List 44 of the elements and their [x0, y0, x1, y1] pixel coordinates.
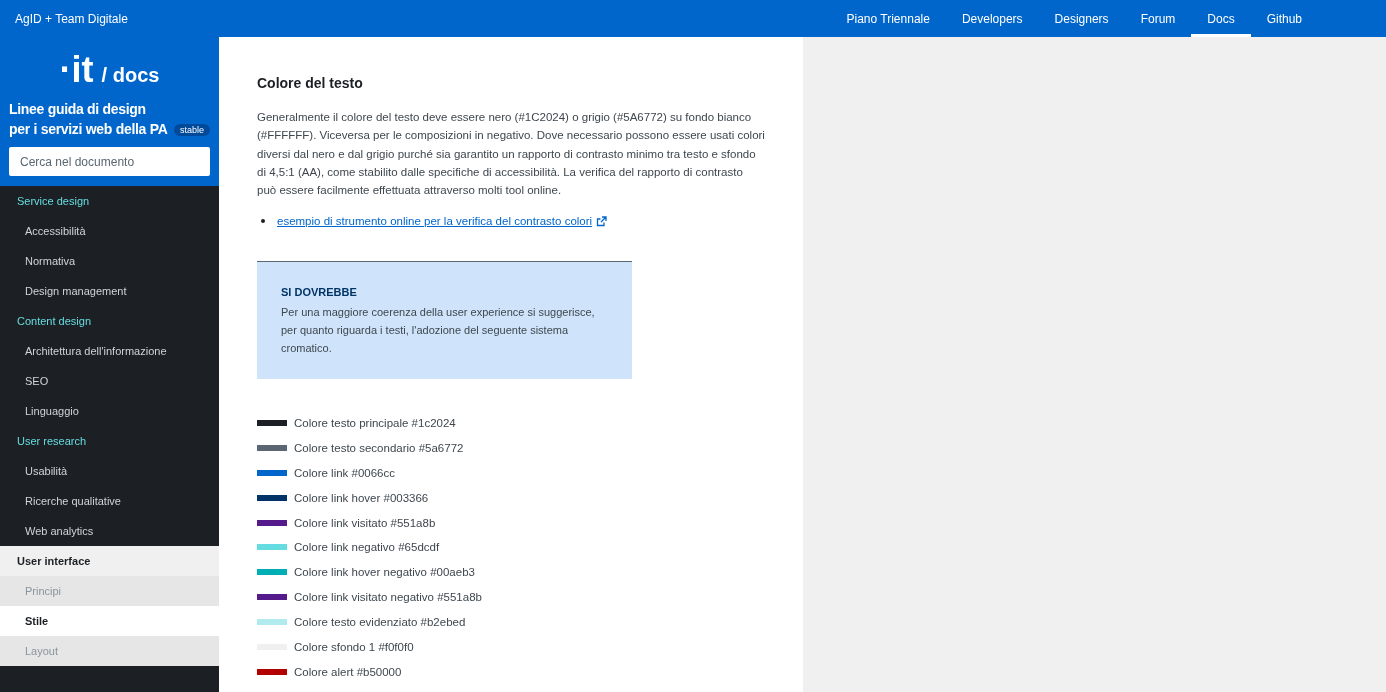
- callout-text: Per una maggiore coerenza della user experience si suggerisce, per quanto riguarda i testi, l'adozione del seguente sistema cromatico.: [281, 305, 596, 357]
- menu-item[interactable]: Design management: [0, 276, 219, 306]
- swatch-label: Colore link negativo #65dcdf: [294, 541, 440, 554]
- logo-suffix: / docs: [101, 64, 160, 87]
- nav-link[interactable]: Docs: [1191, 0, 1251, 37]
- nav-link[interactable]: Developers: [945, 0, 1039, 37]
- nav-link[interactable]: Piano Triennale: [830, 0, 946, 37]
- swatch-label: Colore testo evidenziato #b2ebed: [294, 616, 466, 629]
- logo[interactable]: ·it: [59, 51, 94, 89]
- doc-title: Linee guida di design per i servizi web della PA: [9, 100, 169, 139]
- nav-link[interactable]: Github: [1250, 0, 1318, 37]
- swatch-label: Colore link hover #003366: [294, 491, 429, 504]
- menu-item[interactable]: Stile: [0, 606, 219, 636]
- swatch-label: Colore link visitato #551a8b: [294, 516, 436, 529]
- nav-link[interactable]: Forum: [1124, 0, 1192, 37]
- menu-section[interactable]: User interface: [0, 546, 219, 576]
- swatch-label: Colore testo secondario #5a6772: [294, 441, 464, 454]
- swatch-label: Colore link visitato negativo #551a8b: [294, 591, 482, 604]
- paragraph: Generalmente il colore del testo deve essere nero (#1C2024) o grigio (#5A6772) su fondo bianco (#FFFFFF). Viceversa per le composizioni in negativo. Dove necessario possono essere usati colori diversi dal nero e dal grigio purché sia garantito un rapporto di contrasto minimo tra testo e sfondo di 4,5:1 (AA), come stabilito dalle specifiche di accessibilità. La verifica del rapporto di contrasto può essere facilmente effettuata attraverso molti tool online.: [257, 110, 765, 199]
- menu-item[interactable]: Web analytics: [0, 516, 219, 546]
- swatch-label: Colore link #0066cc: [294, 466, 395, 479]
- menu-section[interactable]: Service design: [0, 186, 219, 216]
- menu-item[interactable]: Usabilità: [0, 456, 219, 486]
- brand-label[interactable]: AgID + Team Digitale: [15, 11, 128, 26]
- callout-title: SI DOVREBBE: [281, 286, 358, 299]
- menu-section[interactable]: Content design: [0, 306, 219, 336]
- swatch-label: Colore sfondo 1 #f0f0f0: [294, 640, 414, 653]
- version-badge: stable: [173, 124, 210, 136]
- bullet-icon: [261, 219, 265, 224]
- search-field[interactable]: Cerca nel documento: [9, 147, 210, 176]
- swatch-label: Colore link hover negativo #00aeb3: [294, 566, 475, 579]
- menu-item[interactable]: Linguaggio: [0, 396, 219, 426]
- menu-item[interactable]: Normativa: [0, 246, 219, 276]
- external-link[interactable]: esempio di strumento online per la verifica del contrasto colori: [277, 215, 593, 228]
- menu-item[interactable]: Architettura dell'informazione: [0, 336, 219, 366]
- swatch-label: Colore testo principale #1c2024: [294, 417, 456, 430]
- menu-section[interactable]: User research: [0, 426, 219, 456]
- swatch-label: Colore alert #b50000: [294, 665, 402, 678]
- menu-item[interactable]: Ricerche qualitative: [0, 486, 219, 516]
- section-heading: Colore del testo: [257, 75, 364, 91]
- menu-item[interactable]: Accessibilità: [0, 216, 219, 246]
- menu-item[interactable]: SEO: [0, 366, 219, 396]
- nav-link[interactable]: Designers: [1038, 0, 1125, 37]
- external-link-icon[interactable]: [596, 216, 608, 227]
